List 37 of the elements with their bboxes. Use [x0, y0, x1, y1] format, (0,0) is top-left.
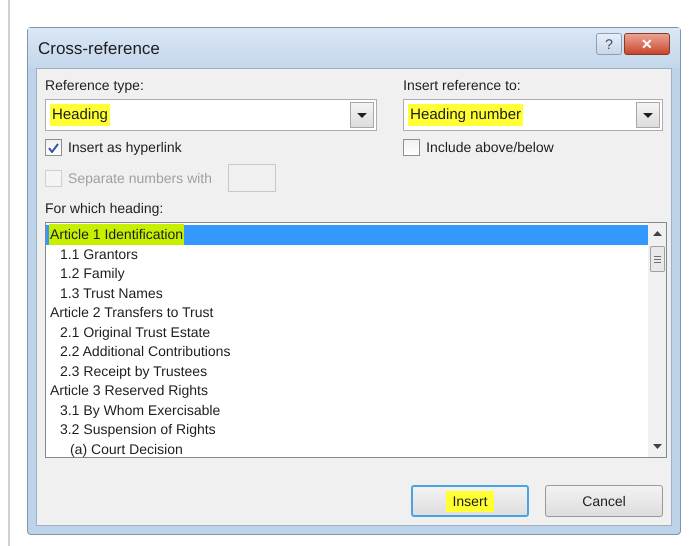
heading-item[interactable]: 3.1 By Whom Exercisable: [46, 400, 648, 420]
dropdown-value: Heading number: [408, 104, 524, 126]
caret-icon: [357, 112, 368, 118]
scrollbar[interactable]: [648, 223, 666, 457]
heading-item[interactable]: Article 2 Transfers to Trust: [46, 303, 648, 322]
scroll-thumb[interactable]: [650, 246, 664, 272]
heading-item[interactable]: 1.3 Trust Names: [46, 284, 648, 303]
dialog-button[interactable]: Insert: [411, 485, 529, 517]
checkbox[interactable]: [45, 139, 62, 156]
dialog-button[interactable]: Cancel: [545, 485, 663, 517]
heading-item[interactable]: 1.1 Grantors: [46, 244, 648, 264]
heading-item[interactable]: 3.2 Suspension of Rights: [46, 420, 648, 440]
reference-type-dropdown[interactable]: Heading: [45, 99, 378, 131]
scroll-down-icon[interactable]: [652, 444, 662, 449]
field-label: Insert reference to:: [403, 76, 522, 95]
checkbox-label: Include above/below: [426, 138, 554, 157]
heading-item[interactable]: (a) Court Decision: [46, 440, 648, 457]
checkbox-label: Separate numbers with: [68, 168, 212, 188]
checkbox[interactable]: [403, 139, 420, 156]
insert-reference-dropdown[interactable]: Heading number: [403, 99, 663, 131]
heading-item[interactable]: Article 3 Reserved Rights: [46, 381, 648, 400]
checkbox-label: Insert as hyperlink: [68, 138, 182, 157]
dropdown-value: Heading: [50, 104, 110, 126]
caret-icon: [643, 112, 653, 118]
heading-item[interactable]: 2.2 Additional Contributions: [46, 342, 648, 362]
heading-item[interactable]: 2.1 Original Trust Estate: [46, 322, 648, 342]
dropdown-button[interactable]: [350, 102, 374, 128]
window-title: Cross-reference: [38, 38, 160, 60]
help-button[interactable]: ?: [596, 33, 622, 55]
scroll-up-icon[interactable]: [652, 231, 662, 236]
dropdown-button[interactable]: [636, 102, 660, 128]
heading-item[interactable]: 1.2 Family: [46, 264, 648, 284]
list-label: For which heading:: [45, 200, 164, 216]
heading-item[interactable]: Article 1 Identification: [46, 225, 648, 244]
heading-item[interactable]: 2.3 Receipt by Trustees: [46, 362, 648, 381]
field-label: Reference type:: [45, 76, 145, 95]
separator-field: [228, 164, 276, 192]
